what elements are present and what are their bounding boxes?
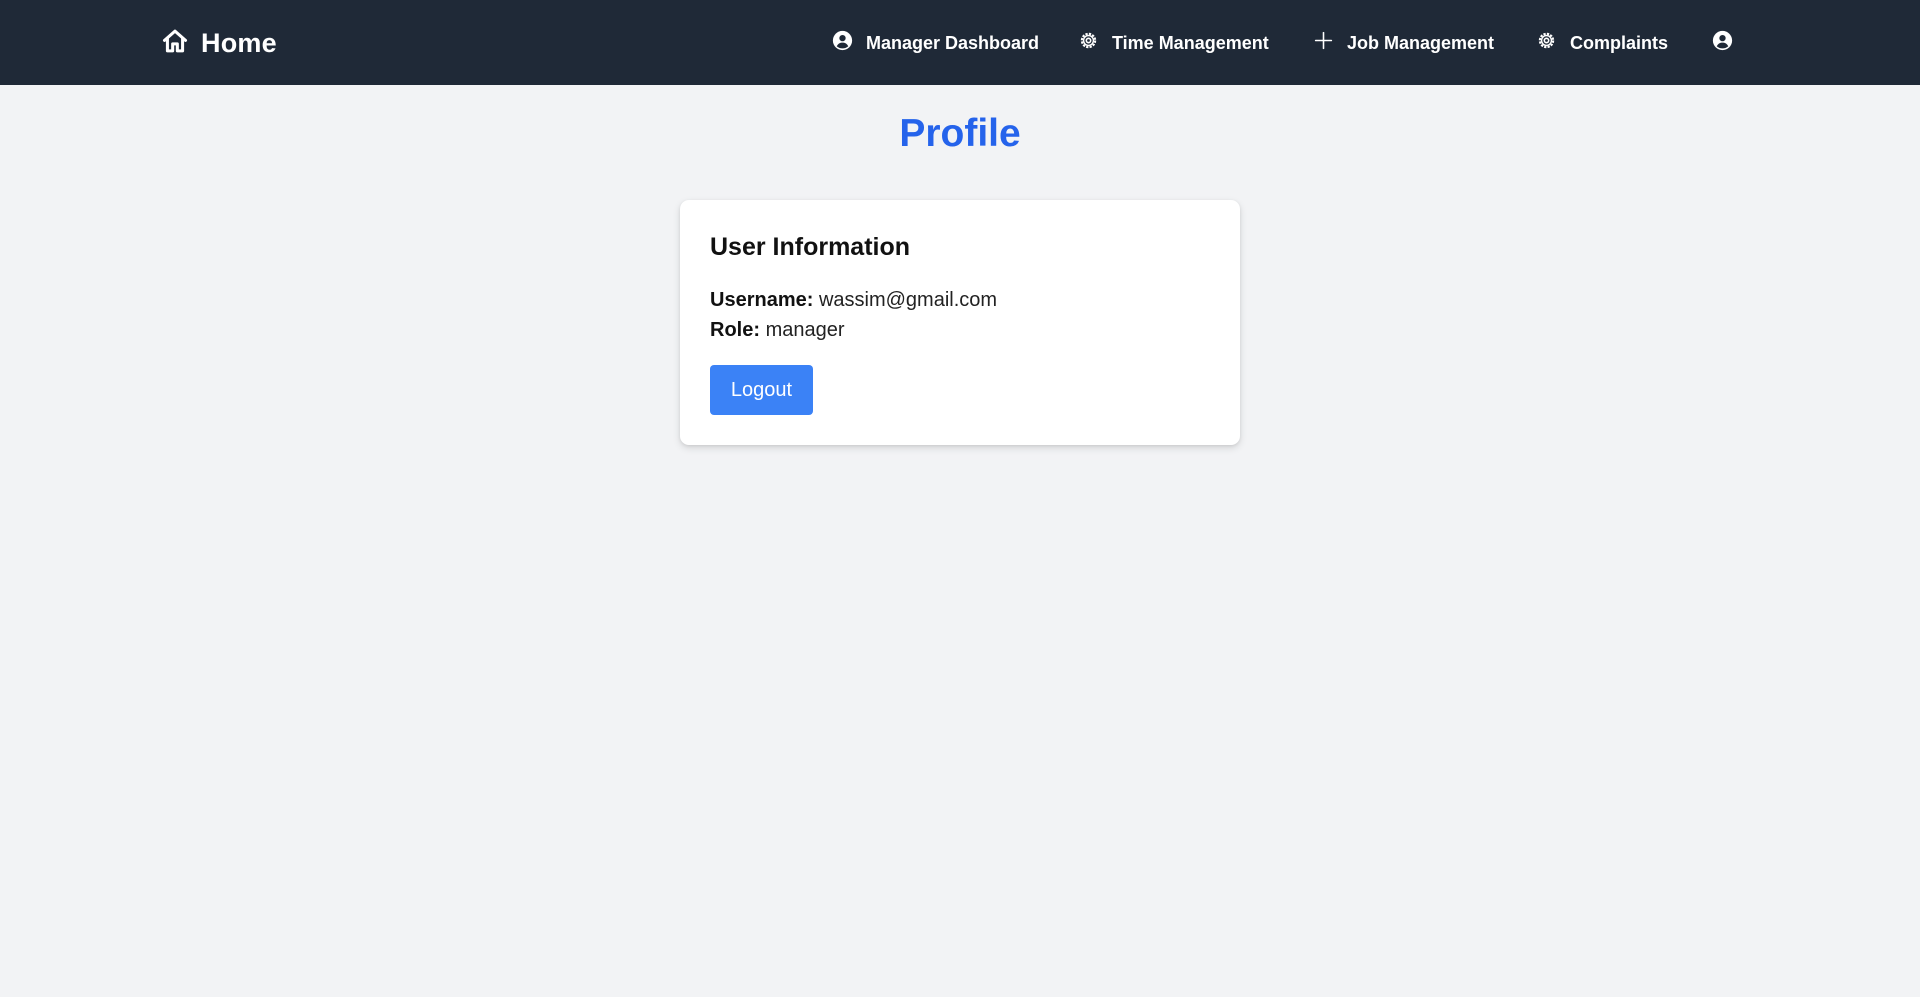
username-label: Username: <box>710 289 814 311</box>
user-information-card: User Information Username: wassim@gmail.… <box>680 200 1240 445</box>
user-circle-icon <box>832 30 853 56</box>
gear-icon <box>1078 30 1099 56</box>
nav-label: Manager Dashboard <box>866 32 1040 53</box>
role-value: manager <box>765 319 845 341</box>
home-label: Home <box>201 27 277 58</box>
role-row: Role: manager <box>710 319 845 342</box>
card-title: User Information <box>710 233 911 261</box>
gear-icon <box>1536 30 1557 56</box>
role-label: Role: <box>710 319 760 341</box>
top-navbar: Home Manager Dashboard Time Management J… <box>0 0 1920 85</box>
nav-label: Job Management <box>1347 32 1495 53</box>
home-link[interactable]: Home <box>161 26 277 60</box>
page-title: Profile <box>899 112 1021 155</box>
logout-button[interactable]: Logout <box>710 365 813 415</box>
username-value: wassim@gmail.com <box>818 289 998 311</box>
username-row: Username: wassim@gmail.com <box>710 289 997 312</box>
nav-job-management[interactable]: Job Management <box>1313 30 1494 56</box>
nav-complaints[interactable]: Complaints <box>1536 30 1668 56</box>
profile-menu-button[interactable] <box>1712 30 1733 56</box>
home-icon <box>161 27 189 60</box>
nav-label: Time Management <box>1112 32 1269 53</box>
user-circle-icon <box>1712 30 1733 56</box>
nav-time-management[interactable]: Time Management <box>1078 30 1269 56</box>
nav-label: Complaints <box>1570 32 1669 53</box>
plus-icon <box>1313 30 1334 56</box>
nav-manager-dashboard[interactable]: Manager Dashboard <box>832 30 1039 56</box>
